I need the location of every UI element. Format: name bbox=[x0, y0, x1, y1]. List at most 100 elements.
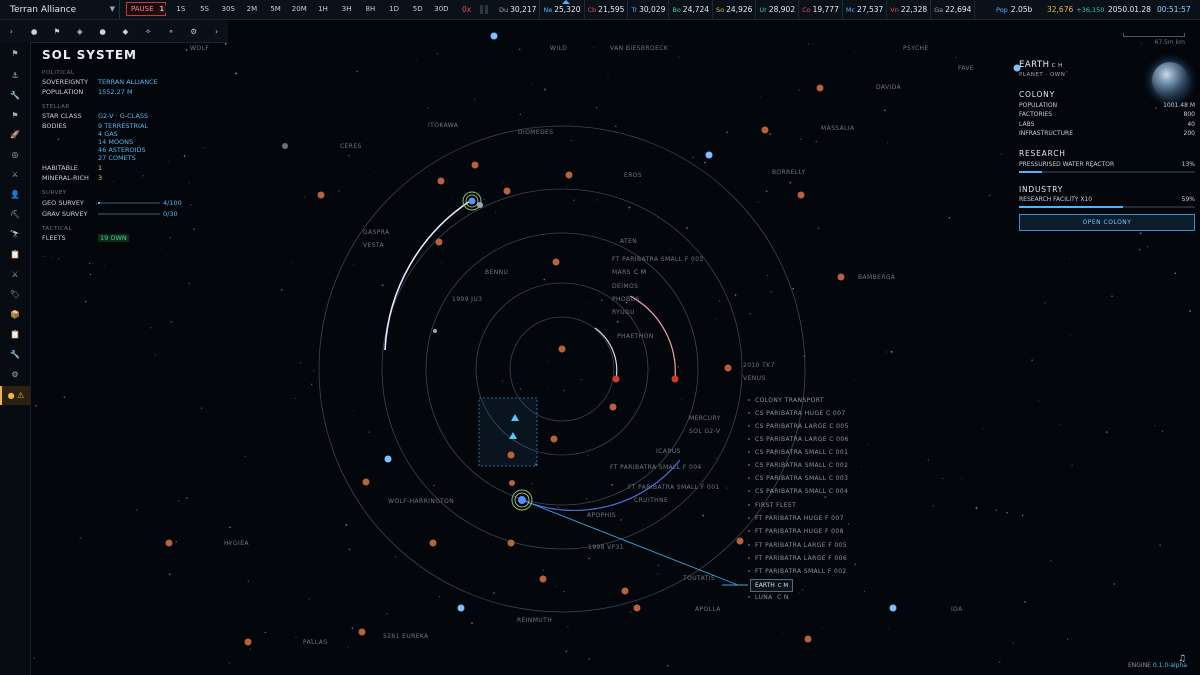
body-dot[interactable] bbox=[244, 638, 252, 646]
diamond-icon[interactable]: ◆ bbox=[114, 27, 137, 36]
body-dot[interactable] bbox=[509, 480, 515, 486]
map-label[interactable]: ICARUS bbox=[656, 448, 681, 455]
map-label[interactable]: FT PARIBATRA SMALL F 003 bbox=[612, 256, 704, 263]
celestial-bodies[interactable] bbox=[165, 32, 1021, 646]
map-label[interactable]: EROS bbox=[624, 172, 642, 179]
swords-icon[interactable]: ⚔ bbox=[0, 165, 30, 184]
body-dot[interactable] bbox=[609, 403, 617, 411]
body-dot[interactable] bbox=[797, 191, 805, 199]
map-label[interactable]: WILD bbox=[550, 45, 567, 52]
map-label[interactable]: COLONY TRANSPORT bbox=[755, 397, 824, 404]
body-dot[interactable] bbox=[429, 539, 437, 547]
body-dot[interactable] bbox=[384, 455, 392, 463]
speed-button-5m[interactable]: 5M bbox=[264, 0, 288, 19]
map-label[interactable]: VAN BIESBROECK bbox=[610, 45, 669, 52]
body-dot[interactable] bbox=[503, 187, 511, 195]
map-label[interactable]: 1998 VF31 bbox=[588, 544, 624, 551]
map-label[interactable]: FIRST FLEET bbox=[755, 502, 796, 509]
map-label[interactable]: CS PARIBATRA SMALL C 002 bbox=[755, 462, 848, 469]
package-icon[interactable]: 📦 bbox=[0, 305, 30, 324]
alert-icon[interactable]: ● ⚠ bbox=[0, 386, 30, 405]
speed-button-30d[interactable]: 30D bbox=[430, 0, 454, 19]
clipboard-icon[interactable]: 📋 bbox=[0, 245, 30, 264]
map-label[interactable]: FT PARIBATRA SMALL F 002 bbox=[755, 568, 847, 575]
speed-button-3h[interactable]: 3H bbox=[335, 0, 359, 19]
map-label[interactable]: CERES bbox=[340, 143, 362, 150]
map-label[interactable]: PSYCHE bbox=[903, 45, 929, 52]
speed-button-20m[interactable]: 20M bbox=[287, 0, 311, 19]
body-dot[interactable] bbox=[457, 604, 465, 612]
speed-button-5s[interactable]: 5S bbox=[193, 0, 217, 19]
dot-icon[interactable]: ● bbox=[23, 27, 46, 36]
map-label[interactable]: FT PARIBATRA LARGE F 006 bbox=[755, 555, 847, 562]
body-dot[interactable] bbox=[362, 478, 370, 486]
map-label[interactable]: BENNU bbox=[485, 269, 508, 276]
map-label[interactable]: IDA bbox=[951, 606, 963, 613]
sun[interactable] bbox=[558, 345, 566, 353]
tag-icon[interactable]: 🏷 bbox=[0, 285, 30, 304]
diamond-outline-icon[interactable]: ◈ bbox=[68, 27, 91, 36]
flag-icon[interactable]: ⚑ bbox=[46, 27, 69, 36]
body-dot[interactable] bbox=[621, 587, 629, 595]
map-label[interactable]: MARS bbox=[612, 269, 631, 276]
wrench-icon[interactable]: 🔧 bbox=[0, 86, 30, 105]
map-label[interactable]: 2010 TK7 bbox=[743, 362, 775, 369]
map-label[interactable]: VESTA bbox=[363, 242, 385, 249]
map-label[interactable]: VENUS bbox=[743, 375, 766, 382]
body-dot[interactable] bbox=[550, 435, 558, 443]
map-label[interactable]: FT PARIBATRA HUGE F 008 bbox=[755, 528, 844, 535]
map-label[interactable]: BAMBERGA bbox=[858, 274, 896, 281]
earth-planet[interactable] bbox=[511, 489, 533, 511]
mercury-planet[interactable] bbox=[612, 375, 620, 383]
faction-selector[interactable]: Terran Alliance ▼ bbox=[0, 0, 120, 19]
speed-button-2m[interactable]: 2M bbox=[240, 0, 264, 19]
body-dot[interactable] bbox=[507, 451, 515, 459]
fleets-value[interactable]: 19 OWN bbox=[98, 234, 129, 242]
speed-button-1d[interactable]: 1D bbox=[382, 0, 406, 19]
map-label[interactable]: CS PARIBATRA SMALL C 003 bbox=[755, 475, 848, 482]
map-label[interactable]: 5261 EUREKA bbox=[383, 633, 429, 640]
pickaxe-icon[interactable]: ⛏ bbox=[0, 205, 30, 224]
map-label[interactable]: CS PARIBATRA SMALL C 004 bbox=[755, 488, 848, 495]
body-dot[interactable] bbox=[804, 635, 812, 643]
map-label[interactable]: PALLAS bbox=[303, 639, 327, 646]
map-label[interactable]: FT PARIBATRA SMALL F 001 bbox=[628, 484, 720, 491]
target-icon[interactable]: ◎ bbox=[0, 145, 30, 164]
body-dot[interactable] bbox=[633, 604, 641, 612]
telescope-icon[interactable]: 🔭 bbox=[0, 225, 30, 244]
speed-button-1s[interactable]: 1S bbox=[169, 0, 193, 19]
map-label[interactable]: REINMUTH bbox=[517, 617, 552, 624]
map-label[interactable]: MASSALIA bbox=[821, 125, 855, 132]
map-label[interactable]: GASPRA bbox=[363, 229, 390, 236]
settings-icon[interactable]: ⚙ bbox=[0, 365, 30, 384]
body-dot[interactable] bbox=[889, 604, 897, 612]
map-label[interactable]: FAVE bbox=[958, 65, 974, 72]
map-label[interactable]: RYUGU bbox=[612, 309, 635, 316]
body-dot[interactable] bbox=[282, 143, 288, 149]
document-icon[interactable]: 📋 bbox=[0, 325, 30, 344]
venus-planet[interactable] bbox=[671, 375, 679, 383]
map-label[interactable]: HYGIEA bbox=[224, 540, 249, 547]
body-dot[interactable] bbox=[724, 364, 732, 372]
mars-planet-marker[interactable] bbox=[462, 191, 483, 211]
body-dot[interactable] bbox=[358, 628, 366, 636]
anchor-icon[interactable]: ⚓ bbox=[0, 66, 30, 85]
map-label[interactable]: APOPHIS bbox=[587, 512, 616, 519]
flag-alt-icon[interactable]: ⚑ bbox=[0, 106, 30, 125]
speed-button-1h[interactable]: 1H bbox=[311, 0, 335, 19]
body-dot[interactable] bbox=[165, 539, 173, 547]
map-label[interactable]: 1999 JU3 bbox=[452, 296, 482, 303]
music-note-icon[interactable]: ♫ bbox=[1178, 654, 1186, 664]
map-label[interactable]: WOLF-HARRINGTON bbox=[388, 498, 454, 505]
body-dot[interactable] bbox=[490, 32, 498, 40]
map-label[interactable]: PHOBOS bbox=[612, 296, 640, 303]
map-label[interactable]: TOUTATIS bbox=[682, 575, 715, 582]
map-label[interactable]: DAVIDA bbox=[876, 84, 902, 91]
open-colony-button[interactable]: OPEN COLONY bbox=[1019, 214, 1195, 231]
map-label[interactable]: FT PARIBATRA HUGE F 007 bbox=[755, 515, 844, 522]
map-label[interactable]: CS PARIBATRA SMALL C 001 bbox=[755, 449, 848, 456]
body-dot[interactable] bbox=[552, 258, 560, 266]
collapse-left-icon[interactable]: › bbox=[0, 27, 23, 36]
body-dot[interactable] bbox=[317, 191, 325, 199]
body-dot[interactable] bbox=[816, 84, 824, 92]
